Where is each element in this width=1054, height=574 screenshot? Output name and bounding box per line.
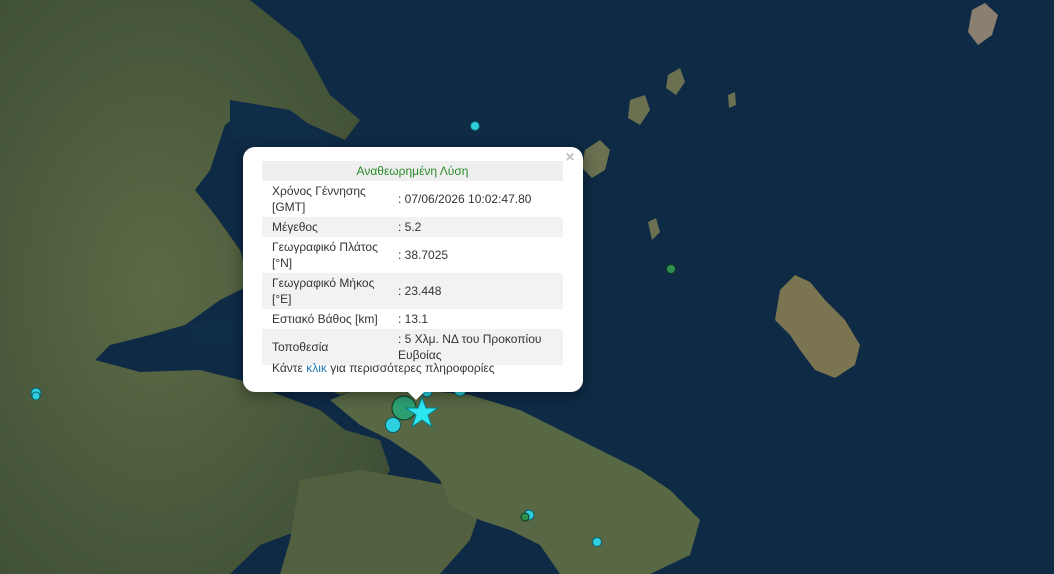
popup-tip <box>406 390 426 400</box>
popup-title-row: Αναθεωρημένη Λύση <box>262 161 563 181</box>
table-row: Γεωγραφικό Μήκος [°E] : 23.448 <box>262 273 563 309</box>
popup-title: Αναθεωρημένη Λύση <box>262 161 563 181</box>
earthquake-info-table: Αναθεωρημένη Λύση Χρόνος Γέννησης [GMT] … <box>262 161 563 365</box>
quake-marker[interactable] <box>470 121 480 131</box>
more-info-text: Κάντε κλικ για περισσότερες πληροφορίες <box>272 361 495 375</box>
depth-value: : 13.1 <box>398 312 429 326</box>
latitude-label: Γεωγραφικό Πλάτος [°N] <box>272 240 378 270</box>
more-info-link[interactable]: κλικ <box>306 361 327 375</box>
quake-marker[interactable] <box>31 391 41 401</box>
depth-label: Εστιακό Βάθος [km] <box>272 312 378 326</box>
table-row: Τοποθεσία : 5 Χλμ. ΝΔ του Προκοπίου Ευβο… <box>262 329 563 365</box>
quake-marker[interactable] <box>385 417 401 433</box>
more-info-prefix: Κάντε <box>272 361 303 375</box>
latitude-value: : 38.7025 <box>398 248 449 262</box>
longitude-value: : 23.448 <box>396 273 563 309</box>
origin-time-label: Χρόνος Γέννησης [GMT] <box>272 184 366 214</box>
quake-marker[interactable] <box>666 264 676 274</box>
quake-marker[interactable] <box>592 537 602 547</box>
table-row: Εστιακό Βάθος [km] : 13.1 <box>262 309 563 329</box>
table-row: Χρόνος Γέννησης [GMT] : 07/06/2026 10:02… <box>262 181 563 217</box>
quake-marker[interactable] <box>520 512 530 522</box>
table-row: Γεωγραφικό Πλάτος [°N] : 38.7025 <box>262 237 563 273</box>
more-info-suffix: για περισσότερες πληροφορίες <box>330 361 495 375</box>
magnitude-label: Μέγεθος <box>262 217 396 237</box>
origin-time-value: : 07/06/2026 10:02:47.80 <box>398 192 532 206</box>
location-value: : 5 Χλμ. ΝΔ του Προκοπίου Ευβοίας <box>396 329 563 365</box>
table-row: Μέγεθος : 5.2 <box>262 217 563 237</box>
location-label: Τοποθεσία <box>262 329 396 365</box>
longitude-label: Γεωγραφικό Μήκος [°E] <box>262 273 396 309</box>
magnitude-value: : 5.2 <box>396 217 563 237</box>
close-icon[interactable]: × <box>563 150 577 166</box>
